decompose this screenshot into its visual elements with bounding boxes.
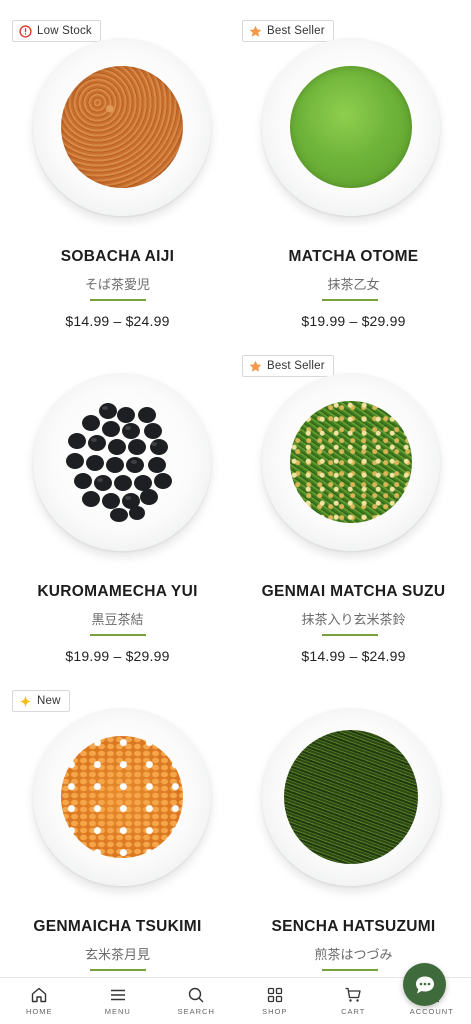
divider-rule xyxy=(322,299,378,301)
product-title[interactable]: GENMAICHA TSUKIMI xyxy=(0,918,235,936)
best-seller-badge: Best Seller xyxy=(242,20,334,42)
divider-rule xyxy=(322,634,378,636)
grid-icon xyxy=(267,987,282,1003)
badge-label: Low Stock xyxy=(37,25,92,37)
product-image[interactable] xyxy=(33,708,211,886)
product-japanese-name: 黒豆茶結 xyxy=(91,613,144,628)
new-badge: New xyxy=(12,690,70,712)
nav-label: CART xyxy=(341,1007,366,1016)
bottom-navigation: HOME MENU SEARCH SHOP CART ACCOUNT xyxy=(0,977,471,1024)
badge-label: Best Seller xyxy=(267,25,325,37)
product-card-kuromamecha-yui[interactable]: KUROMAMECHA YUI 黒豆茶結 $19.99 – $29.99 xyxy=(0,335,235,670)
sencha-leaves-image xyxy=(284,730,418,864)
product-title[interactable]: KUROMAMECHA YUI xyxy=(0,583,235,601)
nav-cart[interactable]: CART xyxy=(314,978,393,1024)
nav-label: SHOP xyxy=(262,1007,288,1016)
sobacha-leaves-image xyxy=(61,66,183,188)
divider-rule xyxy=(90,299,146,301)
nav-label: MENU xyxy=(104,1007,131,1016)
nav-label: SEARCH xyxy=(177,1007,215,1016)
product-price: $14.99 – $24.99 xyxy=(65,313,170,329)
product-title[interactable]: GENMAI MATCHA SUZU xyxy=(236,583,471,601)
product-image[interactable] xyxy=(262,373,440,551)
genmai-matcha-image xyxy=(290,401,412,523)
product-price: $14.99 – $24.99 xyxy=(301,648,406,664)
alert-circle-icon xyxy=(19,24,32,38)
product-japanese-name: 抹茶入り玄米茶鈴 xyxy=(301,613,406,628)
chat-button[interactable] xyxy=(403,963,446,1006)
product-image[interactable] xyxy=(262,38,440,216)
badge-label: Best Seller xyxy=(267,360,325,372)
product-card-genmai-matcha-suzu[interactable]: Best Seller GENMAI MATCHA SUZU 抹茶入り玄米茶鈴 … xyxy=(236,335,471,670)
nav-search[interactable]: SEARCH xyxy=(157,978,236,1024)
divider-rule xyxy=(322,969,378,971)
nav-label: HOME xyxy=(26,1007,53,1016)
menu-icon xyxy=(110,989,125,1001)
product-card-genmaicha-tsukimi[interactable]: New GENMAICHA TSUKIMI 玄米茶月見 xyxy=(0,670,235,1005)
product-price: $19.99 – $29.99 xyxy=(301,313,406,329)
product-image[interactable] xyxy=(33,373,211,551)
nav-label: ACCOUNT xyxy=(409,1007,454,1016)
genmaicha-rice-image xyxy=(61,736,183,858)
product-card-sencha-hatsuzumi[interactable]: SENCHA HATSUZUMI 煎茶はつづみ xyxy=(236,670,471,1005)
product-japanese-name: 玄米茶月見 xyxy=(84,948,150,963)
best-seller-badge: Best Seller xyxy=(242,355,334,377)
divider-rule xyxy=(90,634,146,636)
nav-home[interactable]: HOME xyxy=(0,978,79,1024)
matcha-powder-image xyxy=(290,66,412,188)
product-image[interactable] xyxy=(33,38,211,216)
product-title[interactable]: SENCHA HATSUZUMI xyxy=(236,918,471,936)
low-stock-badge: Low Stock xyxy=(12,20,101,42)
product-image[interactable] xyxy=(262,708,440,886)
nav-menu[interactable]: MENU xyxy=(79,978,158,1024)
product-title[interactable]: MATCHA OTOME xyxy=(236,248,471,266)
product-japanese-name: 抹茶乙女 xyxy=(327,278,380,293)
nav-shop[interactable]: SHOP xyxy=(236,978,315,1024)
product-card-matcha-otome[interactable]: Best Seller MATCHA OTOME 抹茶乙女 $19.99 – $… xyxy=(236,0,471,335)
divider-rule xyxy=(90,969,146,971)
product-card-sobacha-aiji[interactable]: Low Stock SOBACHA AIJI そば茶愛児 $14.99 – $2… xyxy=(0,0,235,335)
star-icon xyxy=(249,25,262,37)
cart-icon xyxy=(345,987,361,1002)
product-japanese-name: そば茶愛児 xyxy=(84,278,150,293)
search-icon xyxy=(189,987,204,1003)
home-icon xyxy=(32,987,47,1003)
chat-bubble-icon xyxy=(415,976,434,993)
product-price: $19.99 – $29.99 xyxy=(65,648,170,664)
badge-label: New xyxy=(37,695,61,707)
sparkle-icon xyxy=(19,694,32,708)
product-title[interactable]: SOBACHA AIJI xyxy=(0,248,235,266)
product-japanese-name: 煎茶はつづみ xyxy=(314,948,393,963)
star-icon xyxy=(249,360,262,372)
black-beans-image xyxy=(66,403,172,522)
